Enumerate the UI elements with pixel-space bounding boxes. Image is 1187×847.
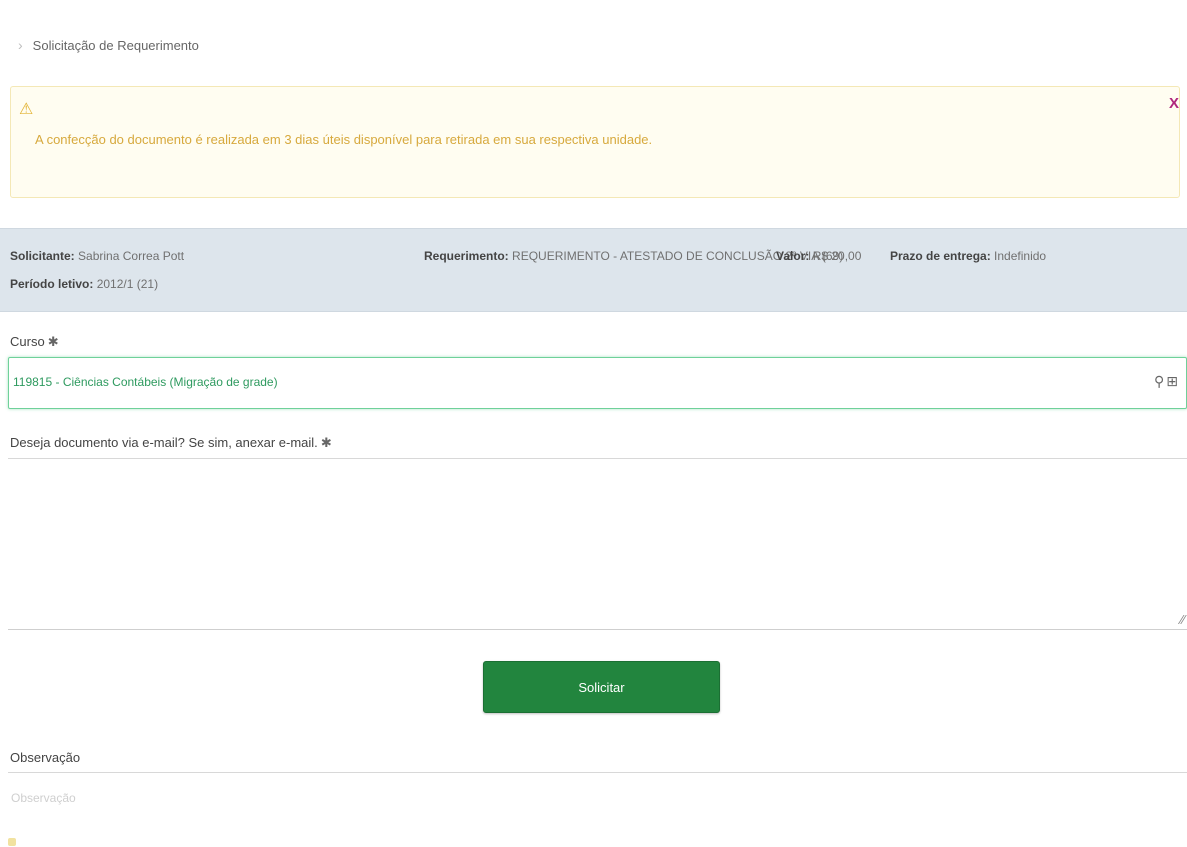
required-icon: ✱ bbox=[47, 334, 59, 349]
alert-message: A confecção do documento é realizada em … bbox=[35, 132, 653, 147]
solicitante-label: Solicitante: bbox=[10, 249, 75, 263]
solicitar-button[interactable]: Solicitar bbox=[483, 661, 720, 713]
curso-select-icons[interactable]: ⚲⊞ bbox=[1154, 373, 1180, 390]
breadcrumb-label: Solicitação de Requerimento bbox=[32, 37, 199, 53]
email-field-label-text: Deseja documento via e-mail? Se sim, ane… bbox=[10, 435, 318, 450]
warning-alert: ⚠ A confecção do documento é realizada e… bbox=[10, 86, 1180, 198]
solicitante-value: Sabrina Correa Pott bbox=[78, 249, 185, 263]
valor-label: Valor: bbox=[776, 249, 810, 263]
periodo-info: Período letivo: 2012/1 (21) bbox=[10, 277, 158, 291]
request-info-bar: Solicitante: Sabrina Correa Pott Período… bbox=[0, 228, 1187, 312]
requerimento-label: Requerimento: bbox=[424, 249, 509, 263]
breadcrumb: › Solicitação de Requerimento bbox=[18, 34, 199, 56]
search-icon[interactable]: ⚲ bbox=[1154, 373, 1166, 389]
warning-icon: ⚠ bbox=[19, 101, 34, 118]
prazo-info: Prazo de entrega: Indefinido bbox=[890, 249, 1046, 263]
periodo-label: Período letivo: bbox=[10, 277, 94, 291]
chevron-right-icon: › bbox=[18, 37, 23, 53]
close-alert-button[interactable]: X bbox=[1169, 95, 1179, 112]
email-field-label: Deseja documento via e-mail? Se sim, ane… bbox=[10, 435, 332, 451]
valor-info: Valor: R$ 20,00 bbox=[776, 249, 861, 263]
bottom-warning-marker bbox=[8, 838, 16, 846]
curso-label: Curso ✱ bbox=[10, 334, 59, 350]
email-textarea[interactable]: ⁄⁄ bbox=[8, 458, 1187, 630]
resize-grip-icon[interactable]: ⁄⁄ bbox=[1181, 612, 1185, 627]
curso-select-value[interactable]: 119815 - Ciências Contábeis (Migração de… bbox=[13, 375, 278, 389]
prazo-value: Indefinido bbox=[994, 249, 1047, 263]
periodo-value: 2012/1 (21) bbox=[96, 277, 159, 291]
required-icon: ✱ bbox=[320, 435, 332, 450]
curso-select[interactable]: 119815 - Ciências Contábeis (Migração de… bbox=[8, 357, 1187, 409]
valor-value: R$ 20,00 bbox=[812, 249, 862, 263]
observacao-placeholder: Observação bbox=[11, 791, 76, 805]
expand-icon[interactable]: ⊞ bbox=[1166, 373, 1180, 389]
solicitante-info: Solicitante: Sabrina Correa Pott bbox=[10, 249, 184, 263]
curso-label-text: Curso bbox=[10, 334, 45, 349]
observacao-input[interactable]: Observação bbox=[8, 772, 1187, 814]
prazo-label: Prazo de entrega: bbox=[890, 249, 991, 263]
observacao-label: Observação bbox=[10, 750, 81, 765]
